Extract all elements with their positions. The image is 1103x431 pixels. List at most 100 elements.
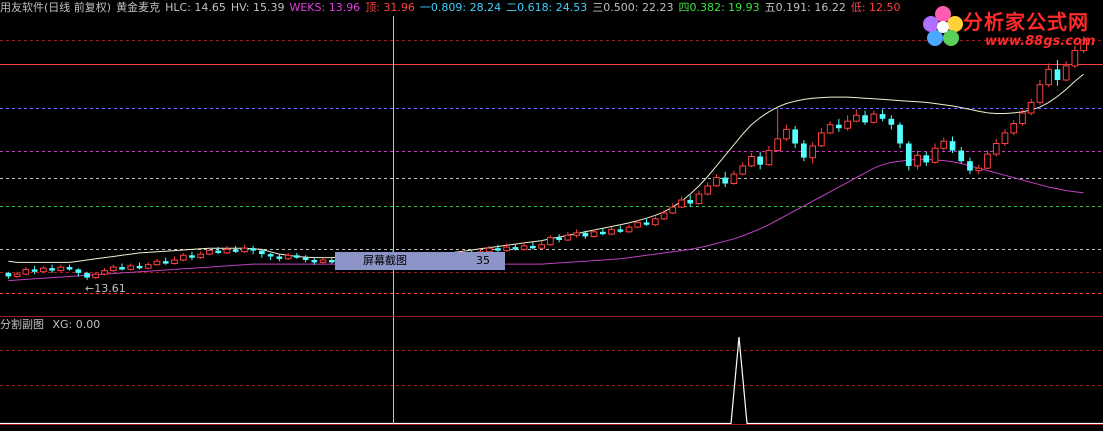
candle-106[interactable] <box>931 143 939 164</box>
candle-114[interactable] <box>1001 129 1009 146</box>
header-item-10: 五0.191: 16.22 <box>764 1 846 14</box>
candle-120[interactable] <box>1054 60 1061 86</box>
candle-104[interactable] <box>914 150 921 170</box>
candle-8[interactable] <box>75 268 82 277</box>
candle-34[interactable] <box>302 255 309 263</box>
candle-100[interactable] <box>879 109 886 122</box>
candle-110[interactable] <box>967 157 973 175</box>
candle-71[interactable] <box>625 224 633 233</box>
candle-17[interactable] <box>153 258 161 266</box>
candle-13[interactable] <box>119 263 125 271</box>
candle-28[interactable] <box>250 245 256 255</box>
candle-14[interactable] <box>127 263 135 271</box>
candle-92[interactable] <box>809 142 816 164</box>
candle-27[interactable] <box>241 244 248 253</box>
candle-body <box>809 145 816 159</box>
candle-body <box>923 155 930 163</box>
candle-77[interactable] <box>678 196 685 209</box>
candle-15[interactable] <box>136 262 143 270</box>
candle-31[interactable] <box>276 254 283 262</box>
candle-117[interactable] <box>1027 98 1035 116</box>
candle-9[interactable] <box>84 271 90 280</box>
candle-93[interactable] <box>818 128 825 148</box>
candle-119[interactable] <box>1045 63 1053 88</box>
candle-20[interactable] <box>179 252 187 262</box>
candle-90[interactable] <box>792 125 798 149</box>
candle-33[interactable] <box>294 252 300 259</box>
candle-82[interactable] <box>722 171 729 188</box>
candle-79[interactable] <box>695 190 703 205</box>
candle-76[interactable] <box>669 203 677 215</box>
candle-74[interactable] <box>651 216 659 226</box>
candle-78[interactable] <box>687 195 694 208</box>
candle-107[interactable] <box>940 137 948 151</box>
candle-25[interactable] <box>223 245 231 255</box>
candle-97[interactable] <box>853 109 860 123</box>
candle-12[interactable] <box>109 264 117 272</box>
candle-60[interactable] <box>530 242 536 250</box>
candle-6[interactable] <box>57 264 65 272</box>
candle-81[interactable] <box>713 174 720 188</box>
chart-stage[interactable]: ←13.61 用友软件(日线 前复权) 黄金麦克 HLC: 14.65 HV: 15.… <box>0 0 1103 431</box>
candle-112[interactable] <box>984 150 991 170</box>
candle-73[interactable] <box>643 218 650 226</box>
candle-105[interactable] <box>923 151 930 166</box>
candle-118[interactable] <box>1036 80 1044 105</box>
candle-37[interactable] <box>329 257 335 264</box>
candle-7[interactable] <box>66 264 73 271</box>
candle-26[interactable] <box>232 245 239 253</box>
candle-70[interactable] <box>617 225 624 233</box>
candle-21[interactable] <box>189 251 195 260</box>
candle-88[interactable] <box>774 108 781 152</box>
candle-2[interactable] <box>22 267 30 276</box>
candle-91[interactable] <box>801 140 807 162</box>
candle-30[interactable] <box>267 252 274 260</box>
candle-102[interactable] <box>897 122 903 149</box>
candle-18[interactable] <box>162 257 169 265</box>
candle-95[interactable] <box>836 118 842 132</box>
candle-29[interactable] <box>259 249 265 258</box>
candle-94[interactable] <box>826 121 834 135</box>
candle-62[interactable] <box>547 235 554 246</box>
candle-80[interactable] <box>704 182 712 196</box>
candle-16[interactable] <box>144 262 152 270</box>
candle-87[interactable] <box>765 145 773 166</box>
candle-108[interactable] <box>949 136 956 153</box>
candle-101[interactable] <box>888 115 895 130</box>
candle-69[interactable] <box>608 227 615 236</box>
logo-url[interactable]: www.88gs.com <box>985 34 1095 49</box>
candle-75[interactable] <box>660 210 668 220</box>
candle-103[interactable] <box>905 141 912 171</box>
candle-body <box>232 249 239 252</box>
candle-64[interactable] <box>564 231 572 242</box>
candle-19[interactable] <box>171 256 178 265</box>
header-item-5: 顶: 31.96 <box>365 1 415 14</box>
candle-22[interactable] <box>197 251 205 259</box>
candle-body <box>1010 123 1018 134</box>
candle-32[interactable] <box>284 252 292 260</box>
candle-84[interactable] <box>739 162 747 176</box>
candle-body <box>127 265 135 270</box>
price-chart[interactable]: ←13.61 <box>0 0 1103 431</box>
candle-113[interactable] <box>992 138 1000 157</box>
candle-63[interactable] <box>556 234 562 243</box>
candle-115[interactable] <box>1010 120 1018 136</box>
candle-61[interactable] <box>538 241 545 250</box>
candle-109[interactable] <box>958 147 965 164</box>
candle-98[interactable] <box>862 110 868 125</box>
candle-11[interactable] <box>101 268 108 276</box>
candle-68[interactable] <box>600 228 606 236</box>
candle-99[interactable] <box>870 110 878 124</box>
candle-89[interactable] <box>783 124 790 142</box>
candle-36[interactable] <box>319 257 327 264</box>
candle-85[interactable] <box>748 152 755 168</box>
candle-body <box>573 232 580 236</box>
header-item-11: 低: 12.50 <box>850 1 901 14</box>
candle-5[interactable] <box>49 264 55 273</box>
candle-83[interactable] <box>730 170 738 185</box>
candle-4[interactable] <box>40 265 47 273</box>
candle-65[interactable] <box>573 229 580 238</box>
candle-111[interactable] <box>975 164 983 175</box>
candle-96[interactable] <box>844 115 851 131</box>
candle-86[interactable] <box>757 151 763 170</box>
